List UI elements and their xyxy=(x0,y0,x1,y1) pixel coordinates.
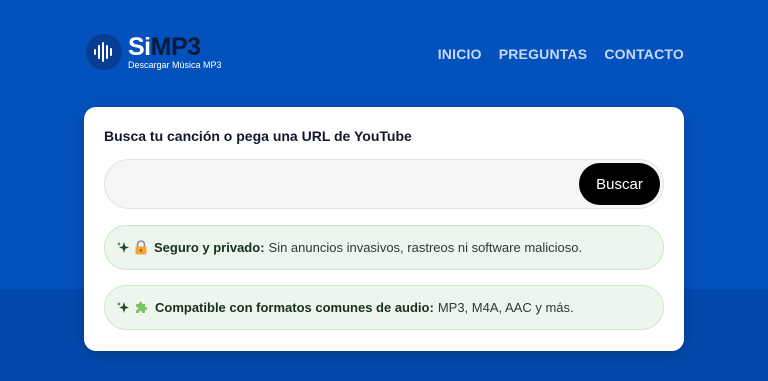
logo-text: Si MP3 Descargar Música MP3 xyxy=(128,32,222,70)
site-header: Si MP3 Descargar Música MP3 INICIO PREGUN… xyxy=(0,0,768,100)
main-nav: INICIO PREGUNTAS CONTACTO xyxy=(438,46,684,62)
nav-item-preguntas[interactable]: PREGUNTAS xyxy=(499,46,588,62)
feature-secure-title: Seguro y privado: xyxy=(154,240,265,255)
soundwave-icon xyxy=(86,34,122,70)
sparkles-icon xyxy=(116,301,130,315)
feature-compatible-title: Compatible con formatos comunes de audio… xyxy=(155,300,434,315)
feature-compatible: Compatible con formatos comunes de audio… xyxy=(104,285,664,330)
brand-name-si: Si xyxy=(128,32,151,61)
nav-item-contacto[interactable]: CONTACTO xyxy=(604,46,684,62)
brand-name-mp3: MP3 xyxy=(150,32,201,61)
puzzle-icon xyxy=(134,300,149,315)
search-input[interactable] xyxy=(119,166,569,202)
site-logo[interactable]: Si MP3 Descargar Música MP3 xyxy=(86,34,222,70)
feature-secure: Seguro y privado: Sin anuncios invasivos… xyxy=(104,225,664,270)
search-title: Busca tu canción o pega una URL de YouTu… xyxy=(104,128,412,144)
nav-item-inicio[interactable]: INICIO xyxy=(438,46,482,62)
search-card: Busca tu canción o pega una URL de YouTu… xyxy=(84,107,684,351)
search-bar: Buscar xyxy=(104,159,664,209)
lock-icon xyxy=(134,240,148,255)
search-button[interactable]: Buscar xyxy=(579,163,660,205)
brand-name: Si MP3 xyxy=(128,32,222,61)
feature-secure-text: Sin anuncios invasivos, rastreos ni soft… xyxy=(268,240,583,255)
feature-compatible-text: MP3, M4A, AAC y más. xyxy=(437,300,574,315)
brand-tagline: Descargar Música MP3 xyxy=(128,59,222,70)
sparkles-icon xyxy=(116,241,130,255)
